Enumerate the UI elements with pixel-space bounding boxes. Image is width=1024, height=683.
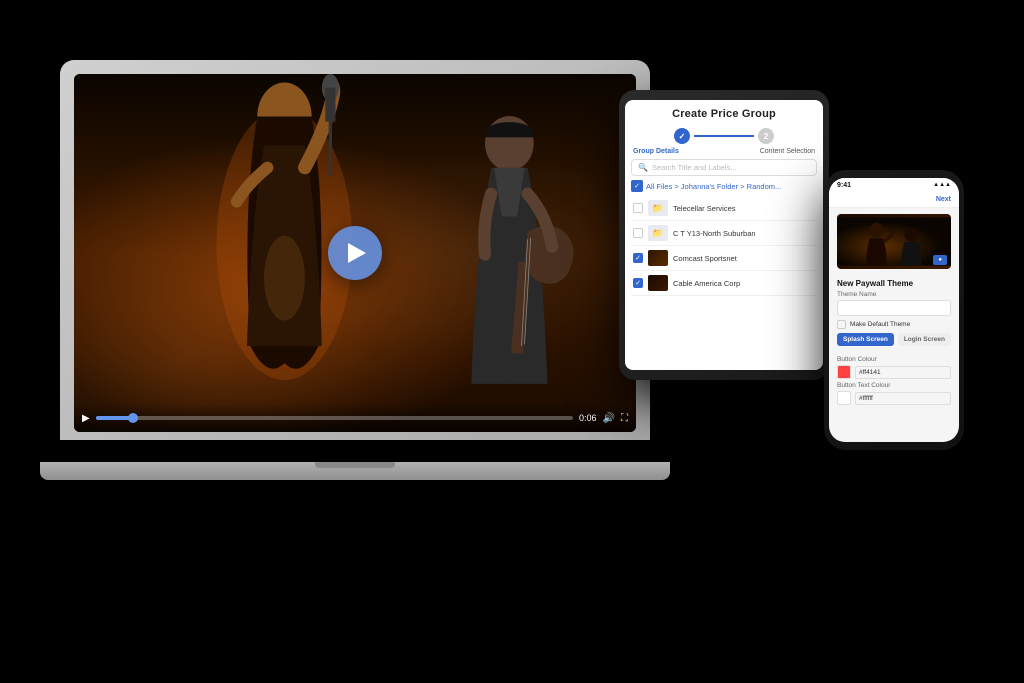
file-name-1: Telecellar Services	[673, 204, 815, 213]
next-button[interactable]: Next	[936, 196, 951, 203]
progress-fill	[96, 416, 134, 420]
table-row[interactable]: ✓ Comcast Sportsnet	[631, 246, 817, 271]
theme-name-input[interactable]	[837, 300, 951, 316]
file-list: 📁 Telecellar Services 📁 C T Y13-North Su…	[625, 196, 823, 296]
search-placeholder: Search Title and Labels...	[652, 163, 737, 172]
video-thumb-1	[648, 250, 668, 266]
button-color-swatch[interactable]	[837, 365, 851, 379]
search-icon: 🔍	[638, 163, 648, 172]
progress-dot	[128, 413, 138, 423]
fullscreen-icon[interactable]: ⛶	[621, 413, 628, 424]
step-2-label: Content Selection	[760, 148, 815, 155]
phone-nav: Next	[829, 192, 959, 208]
phone-device: 9:41 ▲▲▲ Next	[824, 170, 964, 450]
video-controls: ▶ 0:06 🔊 ⛶	[74, 404, 636, 432]
button-text-color-row: #ffffff	[837, 391, 951, 405]
tab-login-screen[interactable]: Login Screen	[898, 333, 951, 346]
table-row[interactable]: ✓ Cable America Corp	[631, 271, 817, 296]
file-checkbox-3[interactable]: ✓	[633, 253, 643, 263]
breadcrumb-check: ✓	[631, 180, 643, 192]
time-display: 0:06	[579, 413, 597, 423]
button-text-color-swatch[interactable]	[837, 391, 851, 405]
phone-screen: 9:41 ▲▲▲ Next	[829, 178, 959, 442]
tab-splash-screen[interactable]: Splash Screen	[837, 333, 894, 346]
button-color-row: #ff4141	[837, 365, 951, 379]
make-default-row[interactable]: Make Default Theme	[837, 320, 951, 329]
breadcrumb-text: All Files > Johanna's Folder > Random...	[646, 182, 781, 191]
file-checkbox-2[interactable]	[633, 228, 643, 238]
folder-icon-2: 📁	[648, 225, 668, 241]
play-icon	[348, 243, 366, 263]
wizard-steps: ✓ 2	[625, 124, 823, 148]
play-button[interactable]	[328, 226, 382, 280]
laptop-notch	[315, 462, 395, 468]
folder-icon-1: 📁	[648, 200, 668, 216]
file-name-3: Comcast Sportsnet	[673, 254, 815, 263]
tablet-screen: Create Price Group ✓ 2 Group Details Con…	[625, 100, 823, 370]
search-bar[interactable]: 🔍 Search Title and Labels...	[631, 159, 817, 176]
laptop-device: ▶ 0:06 🔊 ⛶	[60, 60, 650, 480]
make-default-checkbox[interactable]	[837, 320, 846, 329]
button-text-color-input[interactable]: #ffffff	[855, 392, 951, 405]
video-player: ▶ 0:06 🔊 ⛶	[74, 74, 636, 432]
file-checkbox-1[interactable]	[633, 203, 643, 213]
phone-main-section: New Paywall Theme Theme Name Make Defaul…	[829, 275, 959, 354]
screen-type-tabs: Splash Screen Login Screen	[837, 333, 951, 346]
breadcrumb: ✓ All Files > Johanna's Folder > Random.…	[631, 180, 817, 192]
concert-scene: ▶ 0:06 🔊 ⛶	[74, 74, 636, 432]
tablet-header: Create Price Group	[625, 100, 823, 124]
file-name-4: Cable America Corp	[673, 279, 815, 288]
guitarist-figure	[411, 110, 608, 414]
color-section: Button Colour #ff4141 Button Text Colour…	[829, 354, 959, 410]
file-checkbox-4[interactable]: ✓	[633, 278, 643, 288]
step-1-circle: ✓	[674, 128, 690, 144]
make-default-label: Make Default Theme	[850, 321, 910, 328]
step-2-circle: 2	[758, 128, 774, 144]
step-1-label: Group Details	[633, 148, 679, 155]
main-scene: ▶ 0:06 🔊 ⛶	[0, 0, 1024, 683]
file-name-2: C T Y13-North Suburban	[673, 229, 815, 238]
button-color-input[interactable]: #ff4141	[855, 366, 951, 379]
laptop-screen: ▶ 0:06 🔊 ⛶	[74, 74, 636, 432]
laptop-base	[40, 462, 670, 480]
video-thumb-2	[648, 275, 668, 291]
button-text-color-label: Button Text Colour	[837, 382, 951, 389]
button-color-label: Button Colour	[837, 356, 951, 363]
step-labels: Group Details Content Selection	[625, 148, 823, 155]
table-row[interactable]: 📁 Telecellar Services	[631, 196, 817, 221]
status-icons: ▲▲▲	[933, 182, 951, 188]
tablet-device: Create Price Group ✓ 2 Group Details Con…	[619, 90, 829, 380]
volume-icon[interactable]: 🔊	[603, 413, 615, 424]
controls-play-icon[interactable]: ▶	[82, 413, 90, 424]
step-connector	[694, 135, 754, 137]
theme-name-label: Theme Name	[837, 291, 951, 298]
tablet-title: Create Price Group	[635, 108, 813, 120]
status-bar: 9:41 ▲▲▲	[829, 178, 959, 192]
table-row[interactable]: 📁 C T Y13-North Suburban	[631, 221, 817, 246]
laptop-body: ▶ 0:06 🔊 ⛶	[60, 60, 650, 440]
phone-video-thumbnail: ●	[837, 214, 951, 269]
progress-bar[interactable]	[96, 416, 573, 420]
video-action-button[interactable]: ●	[933, 255, 947, 265]
status-time: 9:41	[837, 182, 851, 189]
section-title: New Paywall Theme	[837, 279, 951, 288]
